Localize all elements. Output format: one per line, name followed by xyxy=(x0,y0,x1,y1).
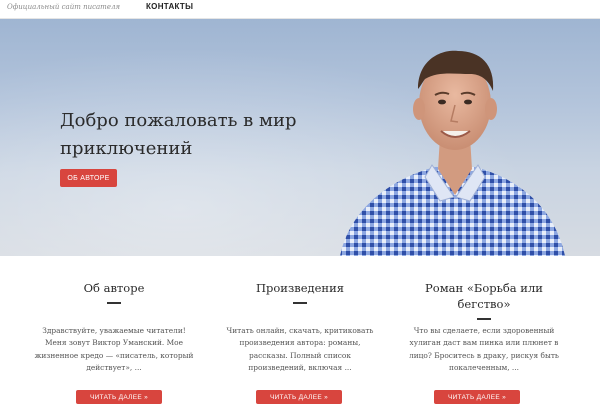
site-tagline: Официальный сайт писателя xyxy=(7,3,121,11)
title-divider xyxy=(477,318,491,320)
column-about: Об авторе Здравствуйте, уважаемые читате… xyxy=(34,280,194,404)
about-author-button[interactable]: ОБ АВТОРЕ xyxy=(60,169,117,187)
column-title: Произведения xyxy=(255,281,344,295)
title-divider xyxy=(107,302,121,304)
site-header: Официальный сайт писателя КОНТАКТЫ xyxy=(0,0,600,19)
hero-title: Добро пожаловать в мир приключений xyxy=(60,110,297,159)
read-more-button[interactable]: ЧИТАТЬ ДАЛЕЕ » xyxy=(256,390,342,404)
nav-link-contacts[interactable]: КОНТАКТЫ xyxy=(146,2,193,11)
read-more-button[interactable]: ЧИТАТЬ ДАЛЕЕ » xyxy=(76,390,162,404)
column-novel: Роман «Борьба или бегство» Что вы сделае… xyxy=(404,280,564,404)
hero-banner: Добро пожаловать в мир приключений ОБ АВ… xyxy=(0,19,600,256)
column-text: Читать онлайн, скачать, критиковать прои… xyxy=(226,326,374,373)
column-works: Произведения Читать онлайн, скачать, кри… xyxy=(220,280,380,404)
column-title: Роман «Борьба или бегство» xyxy=(425,281,543,311)
read-more-button[interactable]: ЧИТАТЬ ДАЛЕЕ » xyxy=(434,390,520,404)
column-text: Что вы сделаете, если здоровенный хулига… xyxy=(409,326,559,373)
column-text: Здравствуйте, уважаемые читатели! Меня з… xyxy=(34,326,194,373)
title-divider xyxy=(293,302,307,304)
column-title: Об авторе xyxy=(83,281,145,295)
author-photo xyxy=(340,50,565,256)
